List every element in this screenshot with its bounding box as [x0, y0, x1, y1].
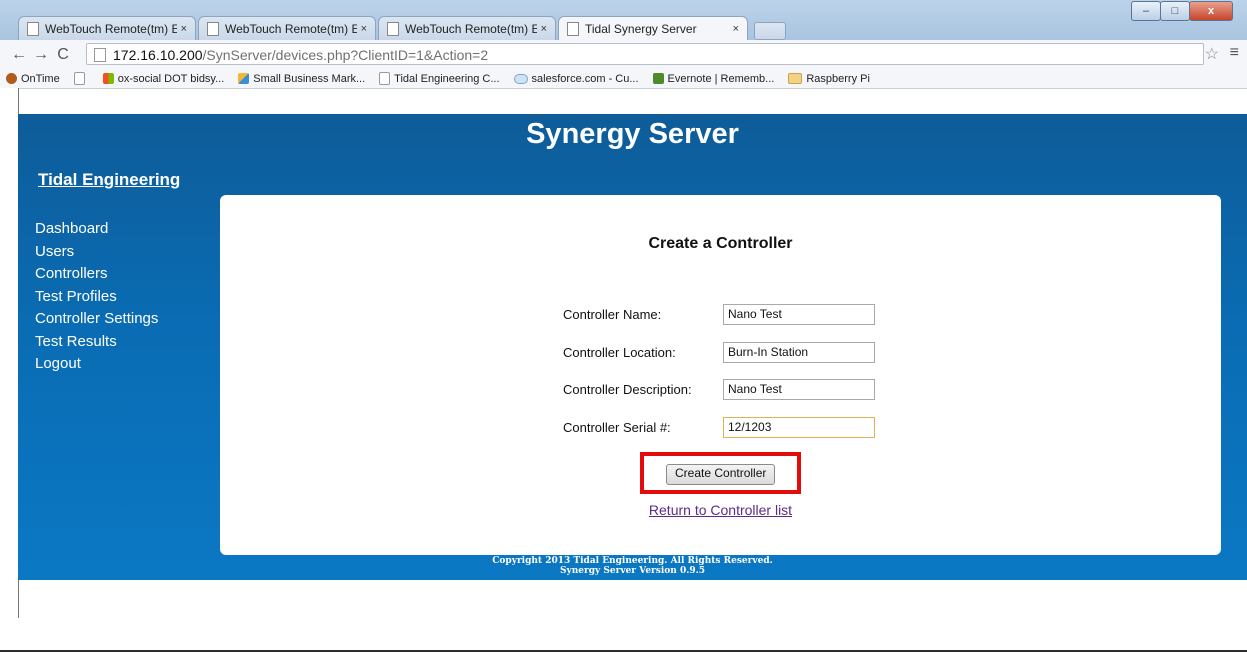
tab-label: WebTouch Remote(tm) E	[45, 21, 177, 36]
tab-tidal-synergy-server[interactable]: Tidal Synergy Server ×	[558, 16, 748, 40]
close-window-button[interactable]: x	[1189, 1, 1233, 21]
tab-label: WebTouch Remote(tm) E	[225, 21, 357, 36]
brand-link[interactable]: Tidal Engineering	[38, 170, 180, 190]
new-tab-button[interactable]	[754, 22, 786, 40]
content-panel: Create a Controller Controller Name: Nan…	[220, 195, 1221, 555]
chart-icon	[238, 73, 250, 84]
sidebar-nav: Dashboard Users Controllers Test Profile…	[35, 218, 158, 376]
page-icon	[94, 48, 106, 62]
menu-icon[interactable]: ≡	[1230, 44, 1239, 62]
controller-name-input[interactable]: Nano Test	[723, 304, 875, 325]
bookmarks-bar: OnTime ox-social DOT bidsy... Small Busi…	[0, 69, 1247, 88]
synergy-page: Synergy Server Tidal Engineering Dashboa…	[18, 114, 1247, 580]
tab-webtouch-2[interactable]: WebTouch Remote(tm) E ×	[198, 16, 376, 40]
address-bar[interactable]: 172.16.10.200/SynServer/devices.php?Clie…	[86, 43, 1204, 65]
page-icon	[567, 21, 579, 36]
return-to-controller-list-link[interactable]: Return to Controller list	[220, 502, 1221, 518]
page-icon	[73, 72, 85, 85]
bookmark-label: Evernote | Rememb...	[667, 72, 775, 85]
version-text: Synergy Server Version 0.9.5	[559, 566, 706, 576]
bookmark-ox-social[interactable]: ox-social DOT bidsy...	[102, 72, 225, 85]
sidebar-item-controller-settings[interactable]: Controller Settings	[35, 308, 158, 331]
page-footer: Copyright 2013 Tidal Engineering. All Ri…	[18, 556, 1247, 576]
tab-close-icon[interactable]: ×	[181, 23, 187, 35]
field-label: Controller Name:	[563, 307, 662, 322]
tab-label: Tidal Synergy Server	[585, 21, 697, 36]
page-icon	[27, 21, 39, 36]
bookmark-label: ox-social DOT bidsy...	[117, 72, 225, 85]
bookmark-evernote[interactable]: Evernote | Rememb...	[652, 72, 775, 85]
url-path: /SynServer/devices.php?ClientID=1&Action…	[202, 47, 489, 63]
bookmark-blank[interactable]	[73, 72, 89, 85]
field-label: Controller Location:	[563, 345, 676, 360]
minimize-button[interactable]: –	[1131, 1, 1161, 21]
sidebar-item-controllers[interactable]: Controllers	[35, 263, 158, 286]
ontime-icon	[6, 73, 17, 84]
bookmark-ontime[interactable]: OnTime	[6, 73, 60, 85]
tab-close-icon[interactable]: ×	[733, 23, 739, 35]
sidebar-item-users[interactable]: Users	[35, 241, 158, 264]
controller-description-input[interactable]: Nano Test	[723, 379, 875, 400]
bookmark-label: salesforce.com - Cu...	[531, 72, 639, 85]
sidebar-item-dashboard[interactable]: Dashboard	[35, 218, 158, 241]
highlight-box: Create Controller	[640, 452, 801, 494]
bookmark-star-icon[interactable]: ☆	[1205, 44, 1219, 64]
tab-close-icon[interactable]: ×	[541, 23, 547, 35]
bookmark-label: Small Business Mark...	[253, 72, 366, 85]
site-title: Synergy Server	[526, 118, 739, 150]
windows-icon	[102, 73, 114, 84]
field-label: Controller Description:	[563, 382, 692, 397]
bookmark-label: Raspberry Pi	[806, 72, 870, 85]
tab-label: WebTouch Remote(tm) E	[405, 21, 537, 36]
controller-location-input[interactable]: Burn-In Station	[723, 342, 875, 363]
tab-webtouch-3[interactable]: WebTouch Remote(tm) E ×	[378, 16, 556, 40]
browser-toolbar: ← → C 172.16.10.200/SynServer/devices.ph…	[0, 40, 1247, 89]
window-left-edge	[0, 88, 19, 618]
controller-serial-input[interactable]: 12/1203	[723, 417, 875, 438]
create-controller-button[interactable]: Create Controller	[666, 464, 776, 485]
page-icon	[387, 21, 399, 36]
sidebar-item-test-profiles[interactable]: Test Profiles	[35, 286, 158, 309]
maximize-button[interactable]: □	[1160, 1, 1190, 21]
field-label: Controller Serial #:	[563, 420, 671, 435]
page-heading: Create a Controller	[648, 235, 793, 252]
sidebar-item-logout[interactable]: Logout	[35, 353, 158, 376]
tab-strip: WebTouch Remote(tm) E × WebTouch Remote(…	[18, 16, 786, 40]
url-host: 172.16.10.200	[113, 47, 203, 63]
forward-arrow-icon[interactable]: →	[30, 46, 52, 64]
bookmark-small-business[interactable]: Small Business Mark...	[238, 73, 365, 85]
back-arrow-icon[interactable]: ←	[8, 46, 30, 64]
bookmark-salesforce[interactable]: salesforce.com - Cu...	[513, 72, 639, 85]
cloud-icon	[513, 73, 528, 84]
nav-buttons: ← → C	[8, 46, 74, 64]
evernote-icon	[652, 73, 664, 84]
copyright-text: Copyright 2013 Tidal Engineering. All Ri…	[492, 556, 773, 566]
tab-close-icon[interactable]: ×	[361, 23, 367, 35]
bookmark-label: Tidal Engineering C...	[394, 72, 500, 85]
sidebar-item-test-results[interactable]: Test Results	[35, 331, 158, 354]
page-icon	[207, 21, 219, 36]
folder-icon	[788, 73, 803, 84]
bookmark-tidal-engineering[interactable]: Tidal Engineering C...	[379, 72, 500, 85]
bookmark-label: OnTime	[21, 72, 60, 85]
tab-webtouch-1[interactable]: WebTouch Remote(tm) E ×	[18, 16, 196, 40]
bookmark-raspberry-pi[interactable]: Raspberry Pi	[788, 73, 870, 85]
window-titlebar: – □ x WebTouch Remote(tm) E × WebTouch R…	[0, 0, 1247, 40]
page-icon	[379, 72, 391, 85]
reload-icon[interactable]: C	[52, 46, 74, 64]
window-controls: – □ x	[1131, 1, 1233, 21]
